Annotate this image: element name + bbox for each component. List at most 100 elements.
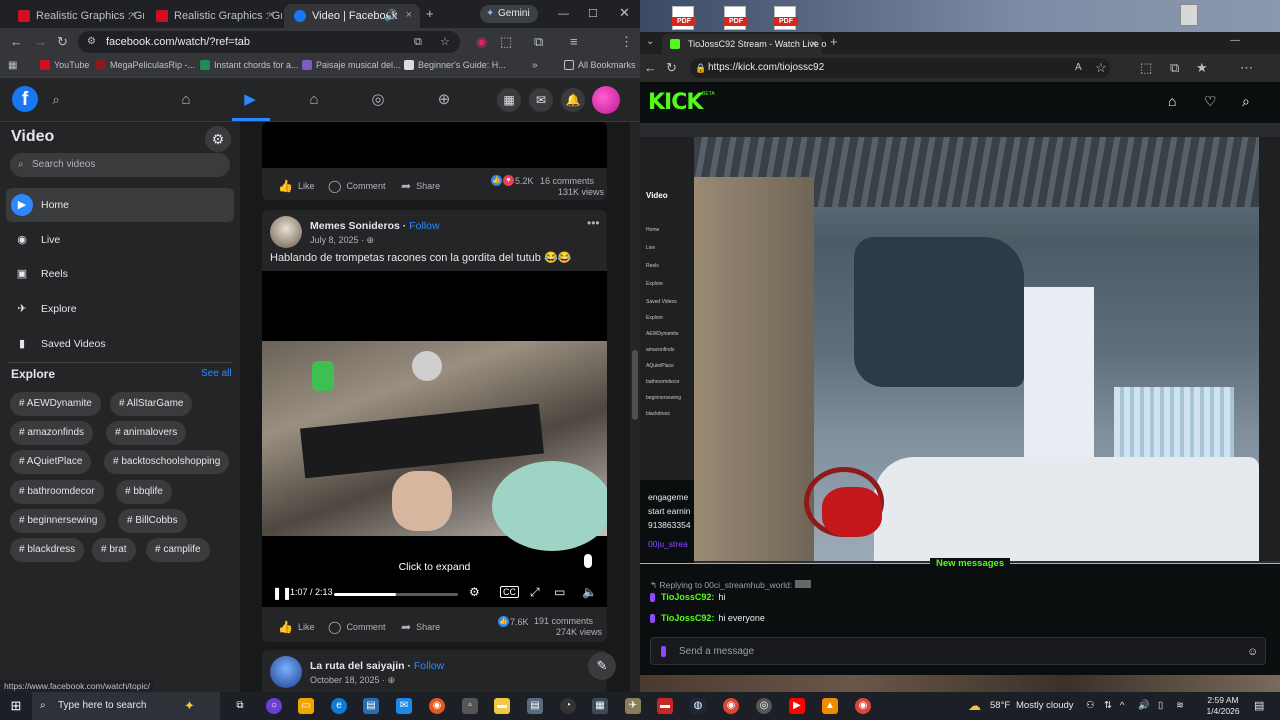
taskbar-clock[interactable]: 2:59 AM 1/4/2026 (1196, 695, 1250, 717)
emoji-icon[interactable]: ☺ (1247, 638, 1258, 666)
tab-actions-chevron-icon[interactable]: ⌄ (646, 35, 654, 49)
follow-button[interactable]: Follow (409, 220, 439, 232)
notifications-bell-icon[interactable]: 🔔 (561, 88, 585, 112)
desktop-file-icon[interactable] (1180, 4, 1198, 26)
topic-chip[interactable]: # AEWDynamite (10, 392, 101, 416)
pdf-file-icon[interactable]: PDF (774, 6, 798, 30)
topic-chip[interactable]: # amazonfinds (10, 421, 94, 445)
favorites-icon[interactable]: ★ (1196, 61, 1208, 75)
tab-kick-stream[interactable]: TioJossC92 Stream - Watch Live o ✕ (662, 34, 826, 54)
volume-slider-handle[interactable] (584, 554, 592, 568)
app-icon[interactable]: ◉ (429, 698, 445, 714)
topic-chip[interactable]: # AQuietPlace (10, 450, 92, 474)
weather-icon[interactable]: ☁ (968, 692, 981, 720)
picture-in-picture-icon[interactable]: ▭ (554, 586, 565, 598)
app-icon[interactable]: ▬ (657, 698, 673, 714)
back-arrow-icon[interactable]: ← (644, 61, 657, 75)
profile-avatar[interactable] (592, 86, 620, 114)
window-close-icon[interactable]: ✕ (619, 6, 630, 20)
author-avatar[interactable] (270, 216, 302, 248)
more-menu-icon[interactable]: ⋮ (620, 35, 633, 49)
reaction-count[interactable]: 👍 7.6K (498, 616, 529, 627)
messenger-icon[interactable]: ✉ (529, 88, 553, 112)
pdf-file-icon[interactable]: PDF (672, 6, 696, 30)
app-icon[interactable]: ▫ (462, 698, 478, 714)
comment-button[interactable]: ◯ Comment (328, 179, 385, 193)
post-author[interactable]: Memes Sonideros · Follow (310, 220, 440, 232)
system-tray-chevron-icon[interactable]: ^ (1120, 692, 1124, 720)
comment-count[interactable]: 16 comments (540, 176, 594, 186)
back-arrow-icon[interactable]: ← (10, 35, 23, 49)
topic-chip[interactable]: # blackdress (10, 538, 85, 562)
close-tab-icon[interactable]: × (406, 9, 412, 21)
battery-icon[interactable]: ▯ (1158, 692, 1163, 720)
video-player-previous[interactable] (262, 122, 607, 168)
topic-chip[interactable]: # camplife (146, 538, 210, 562)
home-nav-icon[interactable]: ⌂ (176, 90, 196, 110)
video-nav-icon[interactable]: ▶ (240, 90, 260, 110)
new-message-compose-icon[interactable]: ✎ (588, 652, 616, 680)
maximize-icon[interactable]: ☐ (588, 7, 598, 21)
search-icon[interactable]: ⌕ (46, 90, 66, 110)
favorite-star-icon[interactable]: ☆ (1095, 61, 1107, 75)
comment-button[interactable]: ◯ Comment (328, 620, 385, 634)
close-tab-icon[interactable]: × (268, 9, 274, 21)
calculator-icon[interactable]: ▦ (592, 698, 608, 714)
youtube-icon[interactable]: ▶ (789, 698, 805, 714)
extension-icon[interactable]: ◉ (476, 35, 487, 49)
post-date[interactable]: July 8, 2025 · ⊕ (310, 235, 374, 246)
facebook-logo-icon[interactable]: f (12, 86, 38, 112)
wifi-icon[interactable]: ≋ (1176, 692, 1184, 720)
address-bar[interactable]: 🔒 https://kick.com/tiojossc92 (690, 58, 1110, 78)
app-icon[interactable]: ✈ (625, 698, 641, 714)
topic-chip[interactable]: # BillCobbs (118, 509, 187, 533)
follow-button[interactable]: Follow (414, 660, 444, 672)
extensions-icon[interactable]: ⬚ (1140, 61, 1152, 75)
task-view-icon[interactable]: ⧉ (232, 698, 248, 714)
chat-message[interactable]: TioJossC92: hi (650, 592, 725, 602)
more-menu-icon[interactable]: ⋯ (1240, 61, 1253, 75)
settings-gear-icon[interactable]: ⚙ (205, 126, 231, 152)
topic-chip[interactable]: # animalovers (106, 421, 187, 445)
weather-temp[interactable]: 58°F (990, 692, 1010, 720)
windows-start-icon[interactable]: ⊞ (8, 698, 24, 714)
edge-icon[interactable]: e (331, 698, 347, 714)
people-icon[interactable]: ⚇ (1086, 692, 1095, 720)
bookmark-instant-chords[interactable]: Instant chords for a... (200, 60, 299, 70)
sidebar-item-live[interactable]: ◉ Live (6, 223, 234, 257)
stream-player[interactable]: Video Home Live Reels Explore Saved Vide… (640, 123, 1280, 563)
weather-text[interactable]: Mostly cloudy (1016, 692, 1074, 720)
app-icon[interactable]: ▤ (363, 698, 379, 714)
expand-icon[interactable]: ⤢ (530, 586, 540, 598)
sidebar-item-reels[interactable]: ▣ Reels (6, 257, 234, 291)
post-date[interactable]: October 18, 2025 · ⊕ (310, 675, 395, 686)
menu-grid-icon[interactable]: ▦ (497, 88, 521, 112)
search-icon[interactable]: ⌕ (1242, 93, 1250, 110)
bookmark-youtube[interactable]: YouTube (40, 60, 89, 70)
close-tab-icon[interactable]: × (130, 9, 136, 21)
topic-chip[interactable]: # bathroomdecor (10, 480, 104, 504)
volume-icon[interactable]: 🔊 (1138, 692, 1150, 720)
file-explorer-icon[interactable]: ▭ (298, 698, 314, 714)
more-options-icon[interactable]: ••• (587, 216, 600, 230)
topic-chip[interactable]: # AllStarGame (110, 392, 193, 416)
all-bookmarks-folder[interactable]: All Bookmarks (564, 60, 636, 70)
minimize-icon[interactable]: — (1230, 34, 1240, 48)
site-info-icon[interactable]: ⚙ (87, 31, 96, 53)
chrome-icon[interactable]: ◉ (855, 698, 871, 714)
bookmark-paisaje-musical[interactable]: Paisaje musical del... (302, 60, 401, 70)
video-player[interactable]: Click to expand ❚❚ 1:07 / 2:13 ⚙ CC ⤢ ▭ … (262, 271, 607, 607)
following-heart-icon[interactable]: ♡ (1204, 93, 1217, 110)
captions-cc-icon[interactable]: CC (500, 586, 519, 598)
reading-list-icon[interactable]: ≡ (570, 35, 578, 49)
search-videos-input[interactable]: ⌕ Search videos (10, 153, 230, 177)
topic-chip[interactable]: # backtoschoolshopping (104, 450, 230, 474)
reload-icon[interactable]: ↻ (57, 35, 68, 49)
install-app-icon[interactable]: ⧉ (414, 31, 422, 53)
mail-icon[interactable]: ✉ (396, 698, 412, 714)
sidebar-item-explore[interactable]: ✈ Explore (6, 292, 234, 326)
sidebar-item-saved-videos[interactable]: ▮ Saved Videos (6, 327, 234, 361)
apps-grid-icon[interactable]: ▦ (8, 59, 17, 73)
tab-search-icon[interactable]: ⧉ (534, 35, 543, 49)
gaming-nav-icon[interactable]: ⊕ (434, 90, 454, 110)
